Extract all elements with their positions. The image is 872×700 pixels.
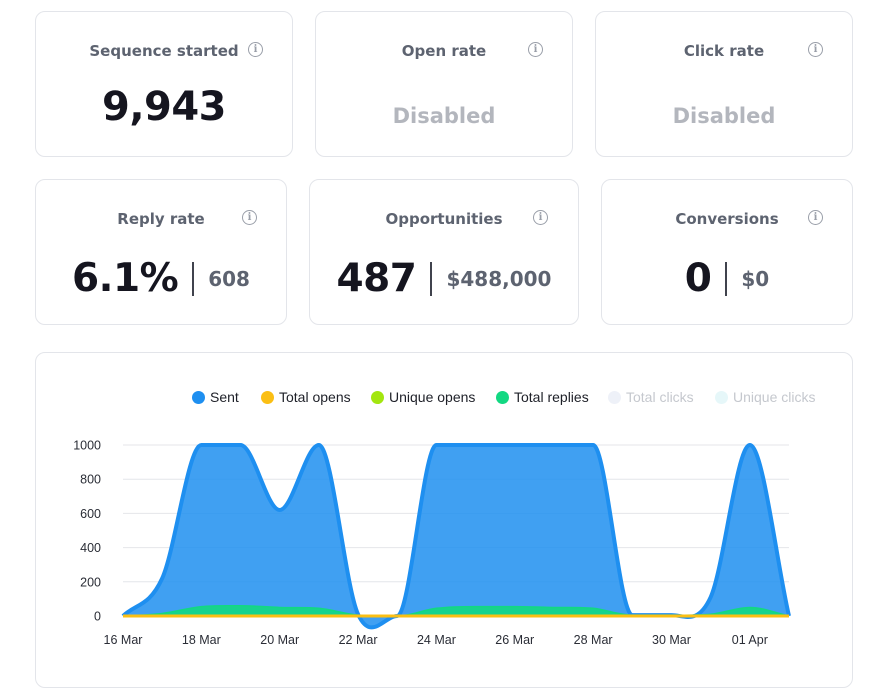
sequence-started-card: Sequence started i 9,943 (35, 11, 293, 157)
info-icon[interactable]: i (242, 210, 257, 225)
info-icon[interactable]: i (533, 210, 548, 225)
click-rate-card: Click rate i Disabled (595, 11, 853, 157)
reply-rate-values: 6.1% 608 (36, 256, 286, 301)
x-tick-label: 28 Mar (574, 633, 613, 647)
conversions-amount: $0 (741, 266, 770, 291)
x-tick-label: 16 Mar (104, 633, 143, 647)
reply-rate-value: 6.1% (72, 256, 179, 301)
info-icon[interactable]: i (808, 210, 823, 225)
x-tick-label: 20 Mar (260, 633, 299, 647)
click-rate-value: Disabled (672, 104, 776, 128)
y-tick-label: 0 (94, 610, 101, 624)
conversions-values: 0 $0 (602, 256, 852, 301)
open-rate-card: Open rate i Disabled (315, 11, 573, 157)
x-tick-label: 24 Mar (417, 633, 456, 647)
open-rate-value: Disabled (392, 104, 496, 128)
conversions-card: Conversions i 0 $0 (601, 179, 853, 325)
x-tick-label: 22 Mar (339, 633, 378, 647)
x-tick-label: 26 Mar (495, 633, 534, 647)
y-tick-label: 200 (80, 575, 101, 589)
value-divider (430, 261, 433, 296)
info-icon[interactable]: i (248, 42, 263, 57)
sequence-started-value: 9,943 (101, 84, 227, 130)
x-tick-label: 30 Mar (652, 633, 691, 647)
series-sent-area (123, 445, 789, 628)
activity-chart-card: Sent Total opens Unique opens Total repl… (35, 352, 853, 688)
opportunities-values: 487 $488,000 (310, 256, 578, 301)
opportunities-value: 487 (336, 256, 417, 301)
value-divider (725, 261, 728, 296)
reply-rate-card: Reply rate i 6.1% 608 (35, 179, 287, 325)
x-tick-label: 01 Apr (732, 633, 768, 647)
y-tick-label: 400 (80, 541, 101, 555)
info-icon[interactable]: i (808, 42, 823, 57)
activity-chart: 0 200 400 600 800 1000 16 Mar 18 Mar 20 Mar 22 Ma… (73, 439, 791, 647)
conversions-value: 0 (684, 256, 712, 301)
info-icon[interactable]: i (528, 42, 543, 57)
reply-count: 608 (208, 266, 250, 291)
y-tick-label: 1000 (73, 439, 101, 453)
opportunities-card: Opportunities i 487 $488,000 (309, 179, 579, 325)
value-divider (192, 261, 195, 296)
y-tick-label: 800 (80, 473, 101, 487)
x-tick-label: 18 Mar (182, 633, 221, 647)
y-tick-label: 600 (80, 507, 101, 521)
opportunities-amount: $488,000 (446, 266, 552, 291)
